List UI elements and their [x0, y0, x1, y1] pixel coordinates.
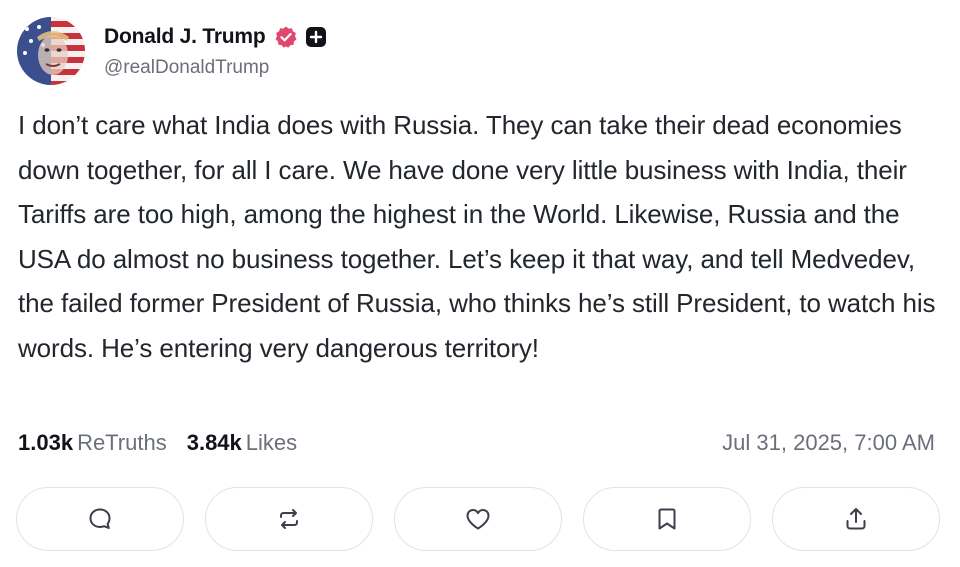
action-bar: [16, 487, 940, 553]
retruths-count: 1.03k: [18, 430, 74, 455]
post-card: Donald J. Trump @realDonaldTrump I don’t…: [0, 0, 960, 567]
like-button[interactable]: [394, 487, 562, 551]
engagement-stats: 1.03k ReTruths 3.84k Likes: [18, 430, 297, 456]
plus-badge-icon: [305, 26, 327, 48]
retruths-label: ReTruths: [77, 430, 167, 455]
bookmark-button[interactable]: [583, 487, 751, 551]
post-body-text: I don’t care what India does with Russia…: [18, 110, 936, 363]
retruth-icon: [280, 509, 298, 529]
likes-label: Likes: [245, 430, 298, 455]
share-button[interactable]: [772, 487, 940, 551]
retruths-stat[interactable]: 1.03k ReTruths: [18, 430, 167, 456]
author-block: Donald J. Trump @realDonaldTrump: [104, 22, 327, 79]
author-display-name[interactable]: Donald J. Trump: [104, 25, 266, 49]
retruth-button[interactable]: [205, 487, 373, 551]
author-handle[interactable]: @realDonaldTrump: [104, 57, 327, 79]
like-icon: [466, 509, 490, 530]
post-timestamp[interactable]: Jul 31, 2025, 7:00 AM: [722, 430, 935, 456]
avatar[interactable]: [17, 17, 85, 85]
avatar-image: [17, 17, 85, 85]
reply-icon: [89, 508, 111, 529]
likes-count: 3.84k: [186, 430, 242, 455]
likes-stat[interactable]: 3.84k Likes: [187, 430, 297, 456]
share-icon: [846, 508, 866, 530]
author-name-row: Donald J. Trump: [104, 22, 327, 52]
bookmark-icon: [658, 508, 676, 530]
verified-badge-icon: [274, 25, 298, 49]
reply-button[interactable]: [16, 487, 184, 551]
